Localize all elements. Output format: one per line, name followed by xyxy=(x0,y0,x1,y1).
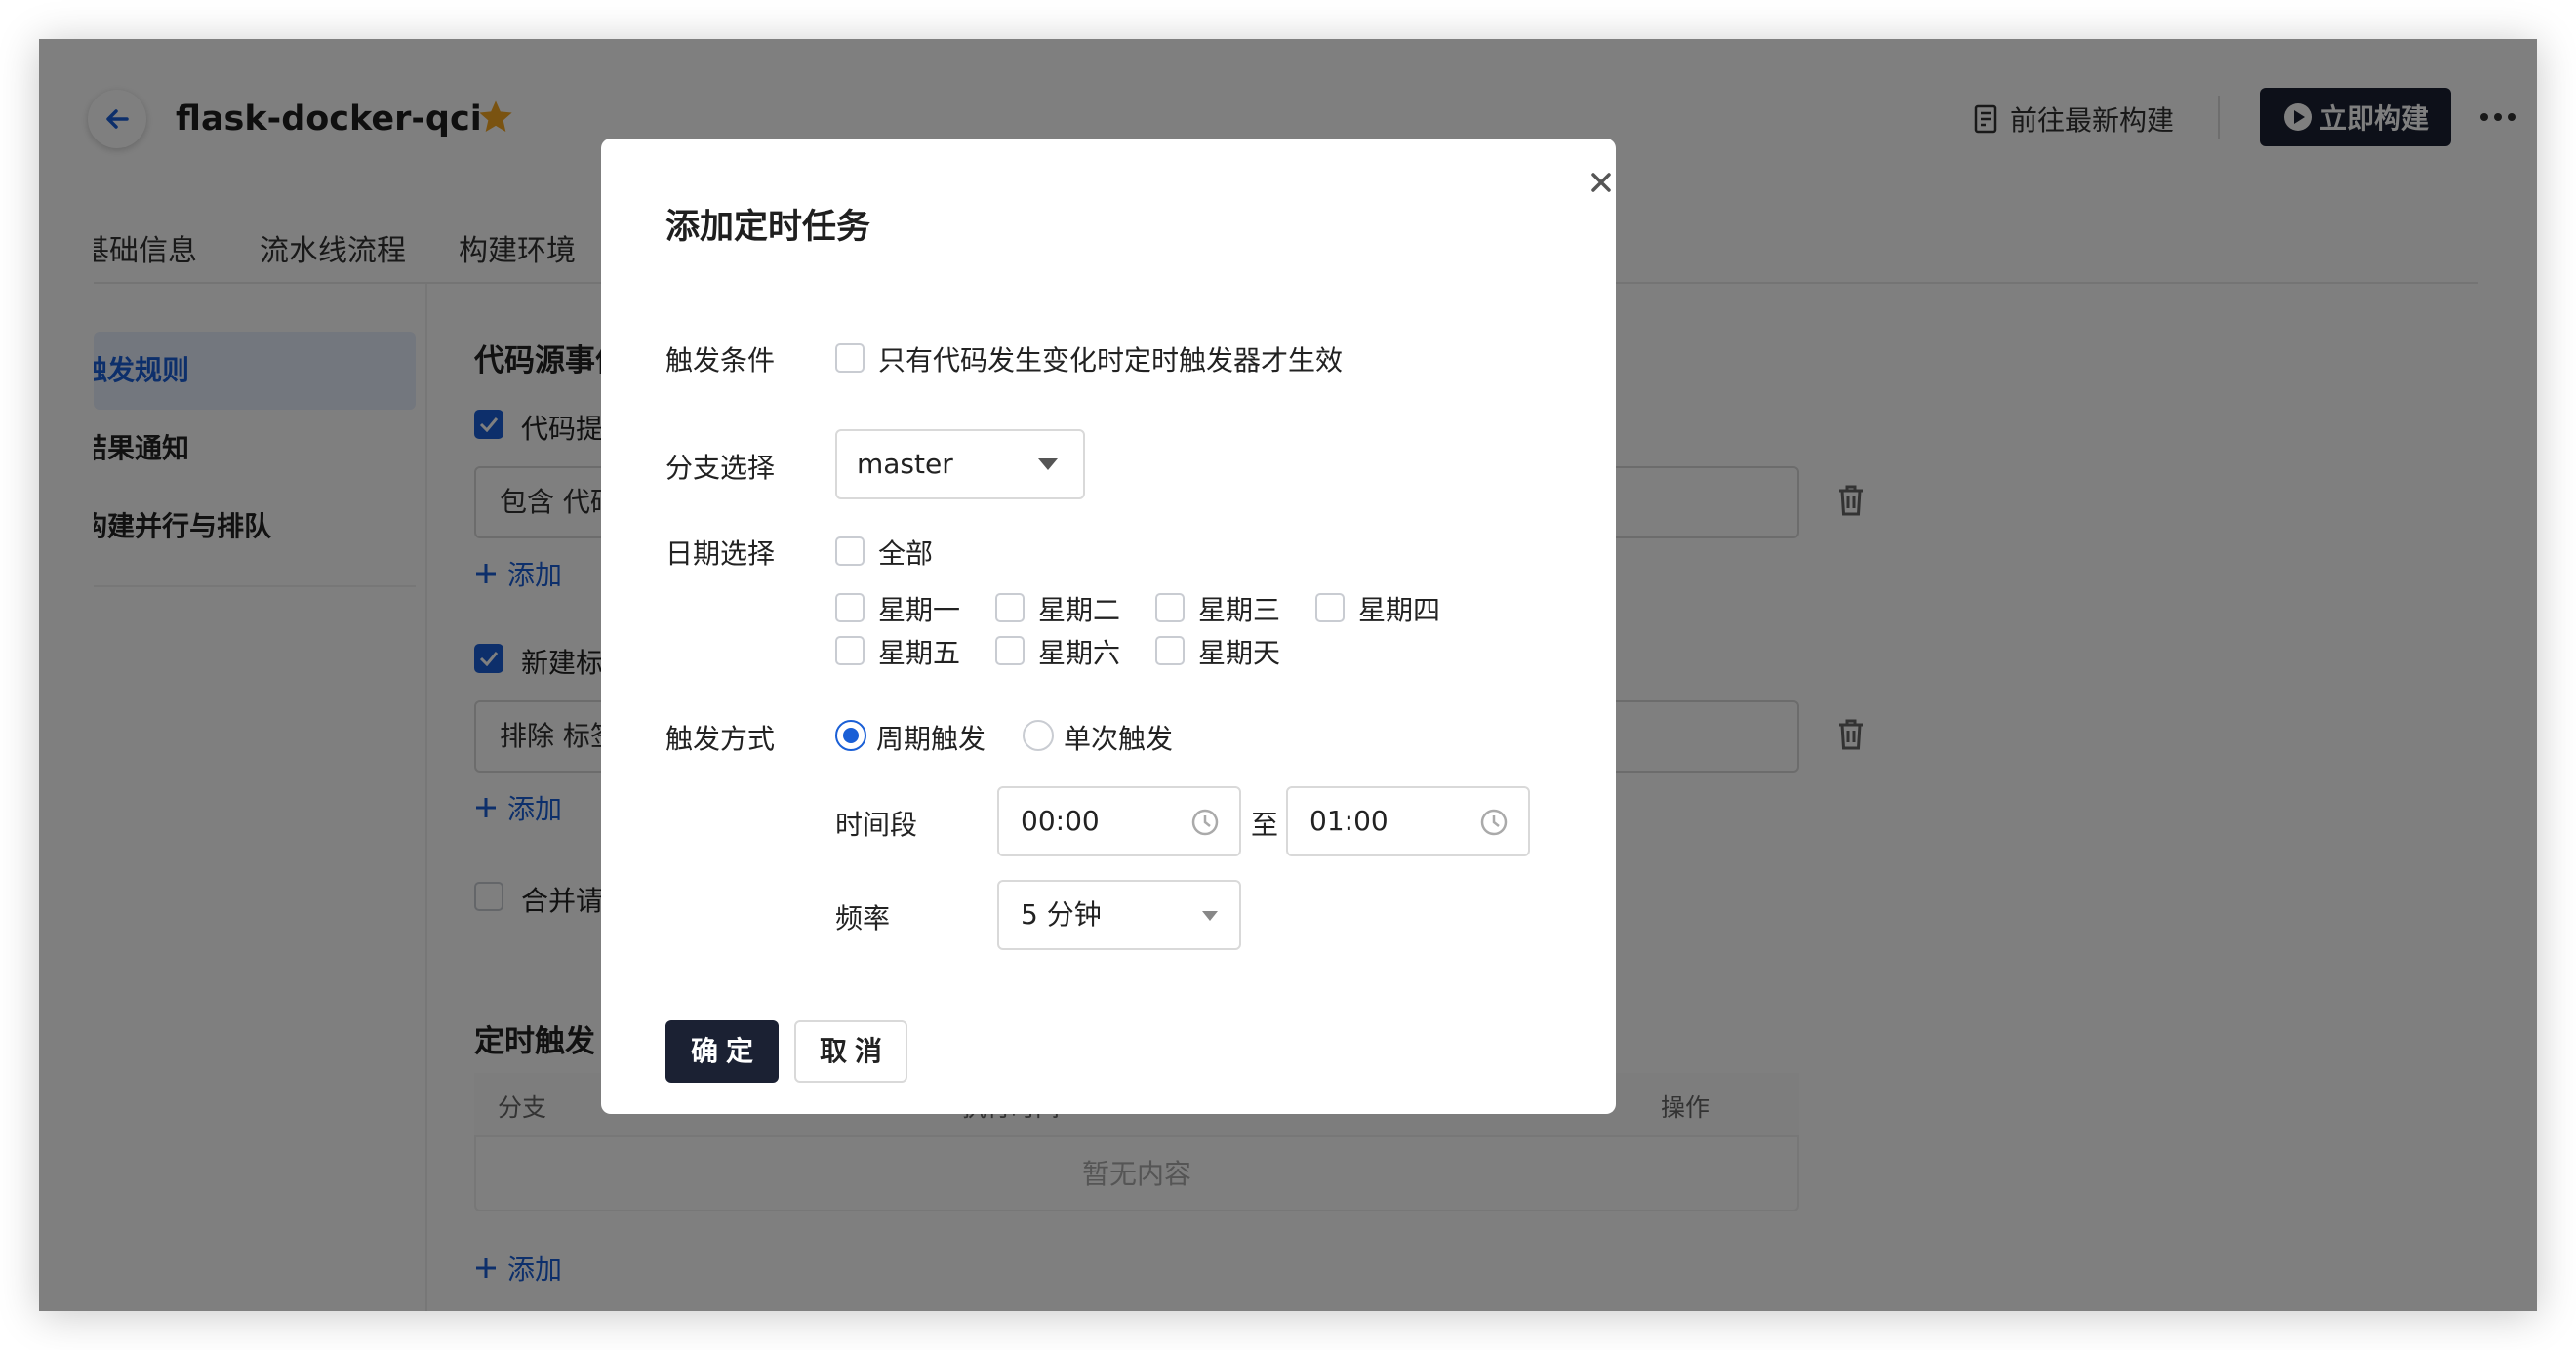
branch-select[interactable]: master xyxy=(835,429,1085,499)
saturday-label: 星期六 xyxy=(1038,637,1121,669)
sunday-checkbox[interactable] xyxy=(1155,636,1185,665)
once-radio[interactable] xyxy=(1023,720,1054,751)
frequency-value: 5 分钟 xyxy=(1021,898,1102,931)
frequency-label: 频率 xyxy=(835,902,891,934)
periodic-label: 周期触发 xyxy=(876,723,986,755)
close-icon[interactable] xyxy=(1587,168,1616,197)
friday-label: 星期五 xyxy=(878,637,961,669)
end-time-value: 01:00 xyxy=(1309,805,1389,837)
date-label: 日期选择 xyxy=(665,537,776,570)
confirm-button[interactable]: 确定 xyxy=(665,1020,779,1083)
add-timed-task-dialog: 添加定时任务 触发条件 只有代码发生变化时定时触发器才生效 分支选择 maste… xyxy=(601,139,1616,1114)
all-days-label: 全部 xyxy=(878,537,934,570)
frequency-select[interactable]: 5 分钟 xyxy=(997,880,1241,950)
thursday-checkbox[interactable] xyxy=(1315,593,1345,622)
monday-label: 星期一 xyxy=(878,594,961,626)
tuesday-label: 星期二 xyxy=(1038,594,1121,626)
wednesday-label: 星期三 xyxy=(1198,594,1281,626)
saturday-checkbox[interactable] xyxy=(995,636,1025,665)
branch-label: 分支选择 xyxy=(665,452,776,484)
end-time-input[interactable]: 01:00 xyxy=(1286,786,1530,856)
tuesday-checkbox[interactable] xyxy=(995,593,1025,622)
branch-select-value: master xyxy=(857,448,953,480)
once-label: 单次触发 xyxy=(1064,723,1174,755)
sunday-label: 星期天 xyxy=(1198,637,1281,669)
caret-down-icon xyxy=(1038,458,1058,470)
friday-checkbox[interactable] xyxy=(835,636,865,665)
code-change-only-label: 只有代码发生变化时定时触发器才生效 xyxy=(878,344,1344,377)
app-window: flask-docker-qci 前往最新构建 立即构建 基础信息 流水线流程 … xyxy=(39,39,2537,1311)
trigger-mode-label: 触发方式 xyxy=(665,723,776,755)
start-time-input[interactable]: 00:00 xyxy=(997,786,1241,856)
trigger-condition-label: 触发条件 xyxy=(665,344,776,377)
clock-icon xyxy=(1191,809,1219,836)
code-change-only-checkbox[interactable] xyxy=(835,343,865,373)
time-separator: 至 xyxy=(1251,809,1279,841)
dialog-title: 添加定时任务 xyxy=(665,208,871,247)
all-days-checkbox[interactable] xyxy=(835,536,865,566)
cancel-button[interactable]: 取消 xyxy=(794,1020,907,1083)
start-time-value: 00:00 xyxy=(1021,805,1100,837)
thursday-label: 星期四 xyxy=(1358,594,1441,626)
wednesday-checkbox[interactable] xyxy=(1155,593,1185,622)
clock-icon xyxy=(1480,809,1508,836)
time-range-label: 时间段 xyxy=(835,809,918,841)
monday-checkbox[interactable] xyxy=(835,593,865,622)
caret-down-icon xyxy=(1202,911,1218,921)
periodic-radio[interactable] xyxy=(835,720,866,751)
